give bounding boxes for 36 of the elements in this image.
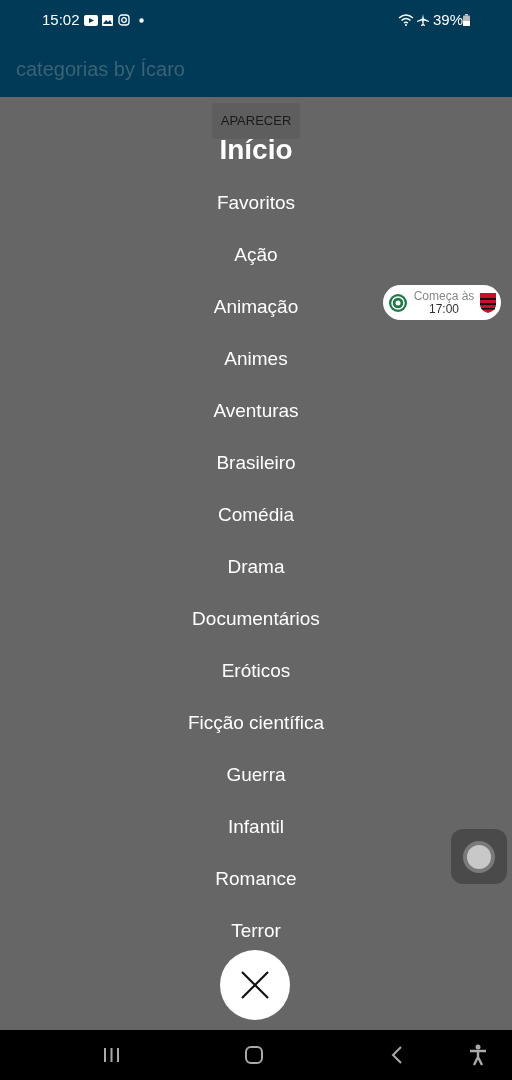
wifi-icon [397, 14, 414, 26]
home-icon[interactable] [245, 1046, 263, 1064]
image-icon [101, 14, 113, 26]
match-time: 17:00 [429, 302, 459, 316]
menu-item[interactable]: Guerra [226, 763, 286, 787]
video-icon [83, 14, 98, 26]
menu-item[interactable]: Terror [231, 919, 281, 943]
menu-item[interactable]: Animes [224, 347, 288, 371]
menu-item[interactable]: Brasileiro [216, 451, 296, 475]
status-time: 15:02 [42, 9, 80, 30]
menu-item[interactable]: Drama [227, 555, 285, 579]
close-icon [241, 971, 269, 999]
accessibility-icon[interactable] [469, 1044, 487, 1066]
club-crest-icon [388, 292, 408, 313]
camera-icon [117, 14, 130, 26]
match-caption: Começa às [413, 289, 475, 303]
menu-item[interactable]: Comédia [217, 503, 294, 527]
menu-item[interactable]: Aventuras [213, 399, 299, 423]
menu-item[interactable]: Infantil [228, 815, 284, 839]
battery-icon [463, 14, 470, 26]
dot-icon [138, 17, 144, 23]
menu-item[interactable]: Ficção científica [187, 711, 325, 735]
menu-item[interactable]: Eróticos [221, 659, 291, 683]
menu-item[interactable]: Favoritos [216, 191, 296, 215]
recent-apps-icon[interactable] [103, 1047, 120, 1063]
battery-level: 39% [432, 9, 463, 30]
match-widget[interactable]: Começa às 17:00 [383, 285, 501, 320]
menu-item[interactable]: Documentários [192, 607, 320, 631]
menu-item[interactable]: Animação [213, 295, 299, 319]
menu-item[interactable]: Ação [234, 243, 278, 267]
striped-shield-icon [480, 292, 496, 313]
menu-item[interactable]: Romance [215, 867, 297, 891]
floating-assist-button[interactable] [451, 829, 507, 884]
back-icon[interactable] [391, 1046, 402, 1064]
app-title: categorias by Ícaro [16, 56, 185, 82]
circle-icon [462, 839, 496, 874]
